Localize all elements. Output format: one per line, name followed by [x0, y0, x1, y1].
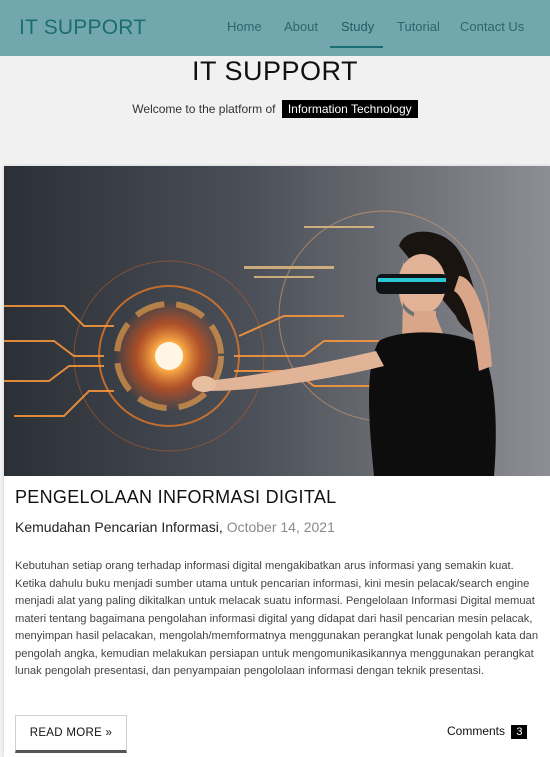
nav-item-study[interactable]: Study [341, 19, 374, 34]
nav-item-home[interactable]: Home [227, 19, 262, 34]
post-date: October 14, 2021 [226, 519, 335, 535]
active-nav-indicator [330, 46, 383, 48]
welcome-tag: Information Technology [281, 100, 418, 118]
navbar: IT SUPPORT Home About Study Tutorial Con… [0, 0, 550, 56]
brand-logo[interactable]: IT SUPPORT [19, 16, 146, 40]
post-meta: Kemudahan Pencarian Informasi, October 1… [15, 519, 335, 535]
post-featured-image[interactable] [4, 166, 550, 476]
post-excerpt: Kebutuhan setiap orang terhadap informas… [15, 560, 539, 677]
welcome-line: Welcome to the platform of Information T… [0, 100, 550, 118]
nav-item-tutorial[interactable]: Tutorial [397, 19, 440, 34]
read-more-button[interactable]: READ MORE » [15, 715, 127, 753]
vr-woman-illustration [4, 166, 550, 476]
page-title: IT SUPPORT [191, 56, 359, 86]
comments-link[interactable]: Comments 3 [447, 724, 528, 739]
welcome-text: Welcome to the platform of [132, 102, 276, 116]
nav-item-contact-us[interactable]: Contact Us [460, 19, 524, 34]
comments-label: Comments [447, 724, 506, 738]
post-title[interactable]: PENGELOLAAN INFORMASI DIGITAL [15, 487, 336, 508]
post-subtitle: Kemudahan Pencarian Informasi, [15, 519, 223, 535]
nav-item-about[interactable]: About [284, 19, 318, 34]
comments-count-badge: 3 [511, 725, 528, 739]
post-card: PENGELOLAAN INFORMASI DIGITAL Kemudahan … [4, 166, 550, 757]
